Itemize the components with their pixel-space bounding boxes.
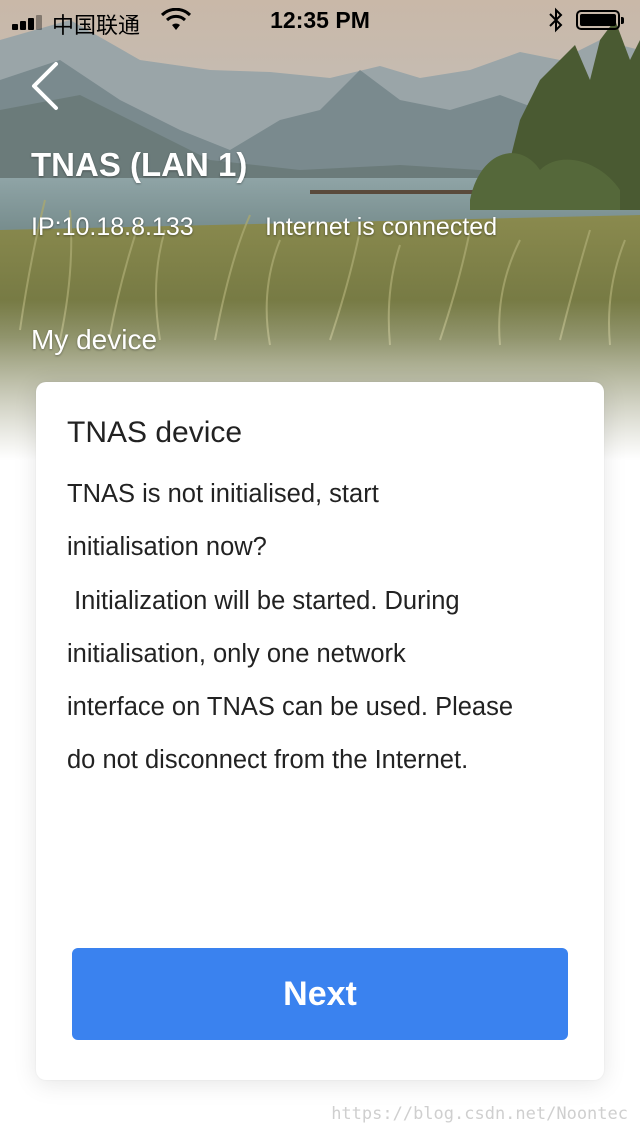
bluetooth-icon [549, 7, 563, 33]
watermark: https://blog.csdn.net/Noontec [331, 1104, 628, 1124]
connection-status: Internet is connected [265, 213, 498, 241]
status-bar: 中国联通 12:35 PM [0, 0, 640, 40]
card-title: TNAS device [67, 416, 243, 449]
card-message: TNAS is not initialised, start initialis… [67, 480, 514, 775]
section-label: My device [31, 324, 158, 355]
next-button[interactable]: Next [72, 948, 568, 1040]
chevron-left-icon[interactable] [28, 60, 64, 112]
battery-icon [576, 10, 624, 30]
device-title: TNAS (LAN 1) [31, 146, 248, 183]
device-card: TNAS device TNAS is not initialised, sta… [36, 382, 604, 1080]
status-time: 12:35 PM [270, 7, 370, 33]
ip-address: IP:10.18.8.133 [31, 213, 194, 241]
